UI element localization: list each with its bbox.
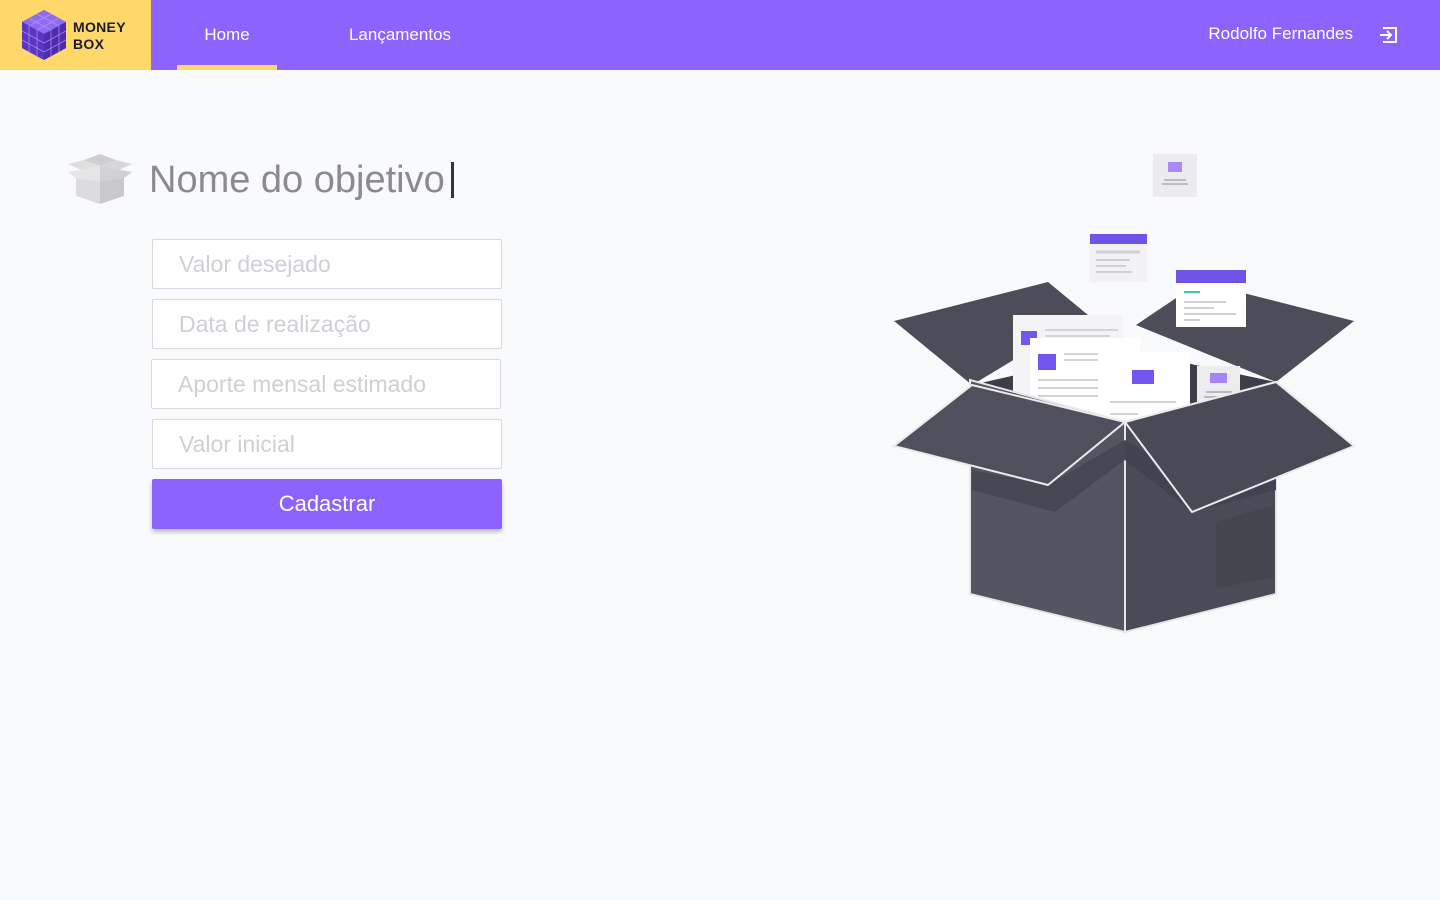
initial-value-field[interactable] [152,419,502,469]
goal-name-text: Nome do objetivo [149,158,445,201]
desired-value-field[interactable] [152,239,502,289]
monthly-contribution-field[interactable] [151,359,501,409]
text-cursor [450,162,454,198]
logout-icon[interactable] [1378,24,1400,46]
realization-date-field[interactable] [152,299,502,349]
logo[interactable]: MONEY BOX [0,0,151,70]
user-name[interactable]: Rodolfo Fernandes [1208,24,1353,44]
cube-logo-icon [21,10,67,60]
floating-doc-right [1176,270,1246,327]
tab-home[interactable]: Home [177,0,277,70]
logo-text-line1: MONEY [73,19,126,35]
tab-lancamentos[interactable]: Lançamentos [320,0,480,70]
goal-name-input[interactable]: Nome do objetivo [149,156,454,204]
floating-doc-left [1090,234,1147,282]
top-navigation-bar: MONEY BOX Home Lançamentos Rodolfo Ferna… [0,0,1440,70]
logo-text: MONEY BOX [73,19,126,53]
register-button[interactable]: Cadastrar [152,479,502,529]
open-box-icon [68,154,132,204]
floating-doc-top [1153,154,1197,197]
logo-text-line2: BOX [73,36,105,52]
open-box-documents-illustration [891,154,1356,634]
